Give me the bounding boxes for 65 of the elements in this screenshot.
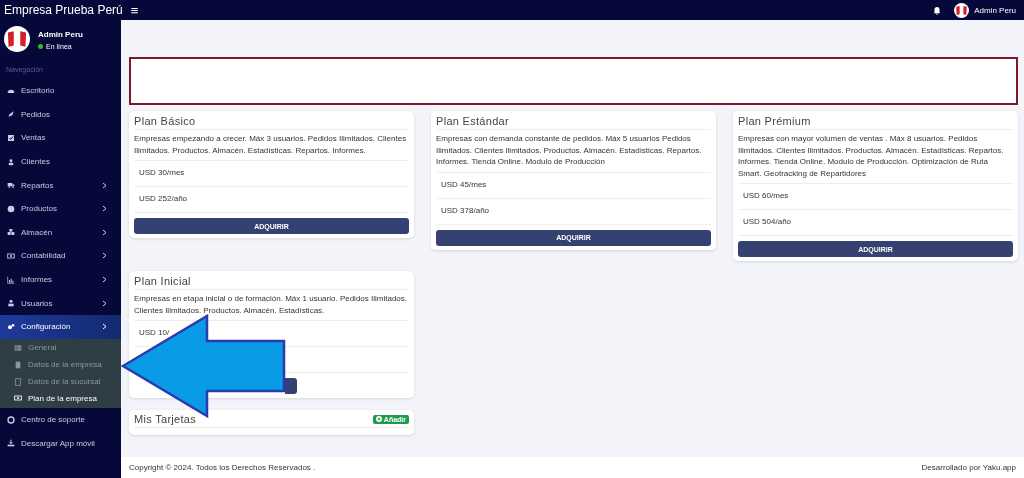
plan-price: USD 504/año — [738, 210, 1013, 236]
plan-price: USD 30/mes — [134, 161, 409, 187]
user-name: Admin Peru — [38, 30, 83, 39]
plan-description: Empresas con demanda constante de pedidos. Máx 5 usuarios Pedidos Ilimitados. Clientes Ilimitados. Productos. Almacén. Estadísticas. Repartos. Informes. Tienda Online. Modulo de Producción — [436, 130, 711, 173]
plan-price: USD 60/mes — [738, 184, 1013, 210]
gears-icon — [7, 322, 15, 331]
plan-title: Plan Estándar — [436, 111, 711, 130]
copyright-text: Copyright © 2024. Todos los Derechos Reservados . — [129, 463, 316, 472]
avatar — [954, 2, 970, 18]
nav-item[interactable]: Descargar App móvil — [0, 431, 121, 455]
banknote-icon — [14, 394, 22, 403]
chevron-icon — [102, 228, 107, 236]
nav-item[interactable]: Almacén — [0, 220, 121, 245]
truck-icon — [7, 181, 15, 190]
lifebuoy-icon — [7, 415, 15, 424]
credit-text: Desarrollado por Yaku.app — [921, 463, 1016, 472]
user-icon — [7, 299, 15, 308]
banknote-icon — [7, 251, 15, 260]
status-dot — [38, 44, 43, 49]
plan-description: Empresas con mayor volumen de ventas . Máx 8 usuarios. Pedidos Ilimitados. Clientes Ilimitados. Productos. Almacén. Estadísticas. Repartos. Informes. Tienda Online. Modulo de Producción. Optimización de Ruta Smart. Geotracking de Repartidores — [738, 130, 1013, 184]
purchase-button[interactable] — [285, 378, 297, 394]
bar-chart-icon — [7, 275, 15, 284]
chevron-icon — [102, 276, 107, 284]
nav-item[interactable]: Centro de soporte — [0, 407, 121, 432]
document-icon — [14, 377, 22, 386]
table-icon — [14, 343, 22, 352]
nav-item[interactable]: Ventas — [0, 126, 121, 150]
nav-item[interactable]: Productos — [0, 196, 121, 221]
plan-price: USD 252/año — [134, 187, 409, 213]
nav-item[interactable]: Repartos — [0, 173, 121, 197]
app-title: Empresa Prueba Perú — [3, 2, 123, 18]
rocket-icon — [7, 110, 15, 119]
chevron-icon — [102, 323, 107, 331]
nav-item[interactable]: Usuarios — [0, 291, 121, 315]
checkbox-icon — [7, 134, 15, 142]
plan-title: Plan Prémium — [738, 111, 1013, 130]
nav-item[interactable]: Clientes — [0, 149, 121, 174]
plan-title: Plan Básico — [134, 111, 409, 130]
boxes-icon — [7, 228, 15, 237]
nav-item[interactable]: Contabilidad — [0, 244, 121, 268]
submenu-item[interactable]: Datos de la sucursal — [0, 373, 121, 390]
coin-icon — [7, 204, 15, 213]
nav-item[interactable]: Escritorio — [0, 79, 121, 103]
plan-price: USD 378/año — [436, 198, 711, 225]
nav-item[interactable]: Configuración — [0, 314, 121, 339]
nav-item[interactable]: Pedidos — [0, 102, 121, 127]
panel-title: Mis Tarjetas — [134, 413, 197, 425]
user-name[interactable]: Admin Peru — [974, 5, 1016, 15]
bell-icon[interactable] — [932, 5, 943, 15]
users-icon — [7, 157, 15, 166]
plan-price: USD 45/mes — [436, 172, 711, 199]
chevron-icon — [102, 181, 107, 189]
submenu-item[interactable]: General — [0, 339, 121, 357]
submenu-item[interactable]: Plan de la empresa — [0, 389, 121, 407]
submenu-item[interactable]: Datos de la empresa — [0, 356, 121, 374]
chevron-icon — [102, 252, 107, 260]
plan-description: Empresas empezando a crecer. Máx 3 usuarios. Pedidos Ilimitados. Clientes Ilimitados. Productos. Almacén. Estadísticas. Repartos. Informes. — [134, 130, 409, 161]
plus-icon — [375, 416, 382, 422]
menu-button[interactable]: ≡ — [130, 2, 139, 18]
plan-title: Plan Inicial — [134, 271, 409, 290]
chevron-icon — [102, 205, 107, 213]
chevron-icon — [102, 299, 107, 307]
avatar — [4, 26, 30, 52]
nav-item[interactable]: Informes — [0, 267, 121, 292]
download-icon — [7, 439, 15, 448]
